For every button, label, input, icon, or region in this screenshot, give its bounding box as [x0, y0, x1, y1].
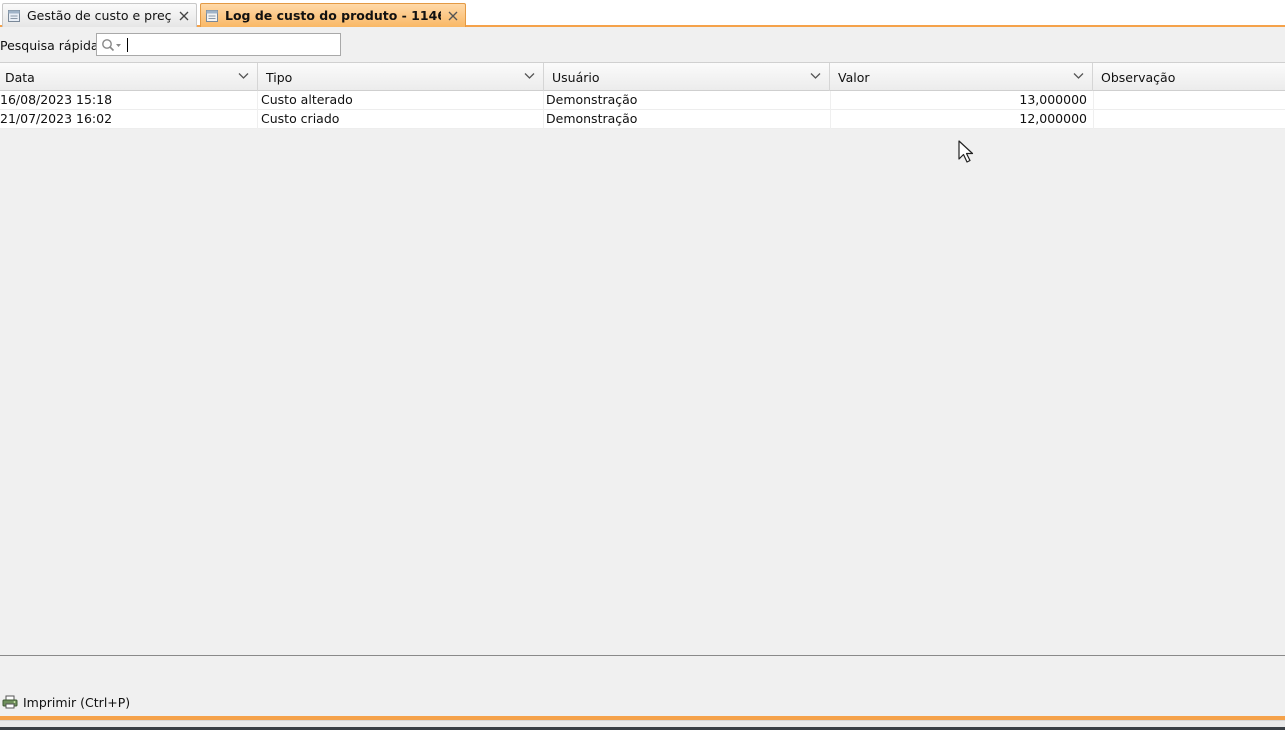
- printer-icon: [2, 695, 18, 709]
- column-header-usuario[interactable]: Usuário: [544, 63, 830, 91]
- print-button-label: Imprimir (Ctrl+P): [23, 694, 131, 710]
- cell-tipo: Custo alterado: [258, 91, 544, 110]
- close-icon[interactable]: [447, 10, 459, 22]
- mouse-cursor-icon: [958, 140, 974, 163]
- cell-usuario: Demonstração: [544, 91, 831, 110]
- footer-divider: [0, 655, 1285, 656]
- chevron-down-icon[interactable]: [810, 72, 821, 80]
- table-row[interactable]: 16/08/2023 15:18 Custo alterado Demonstr…: [0, 91, 1285, 110]
- tab-gestao-custo-preco[interactable]: Gestão de custo e preço: [2, 3, 197, 27]
- chevron-down-icon[interactable]: [524, 72, 535, 80]
- search-icon[interactable]: [101, 38, 123, 52]
- cell-observacao: [1094, 110, 1285, 129]
- text-caret: [127, 38, 128, 52]
- document-icon: [206, 9, 218, 22]
- column-header-label: Usuário: [552, 69, 600, 85]
- tab-log-custo-produto[interactable]: Log de custo do produto - 1146: [200, 3, 466, 27]
- quick-search-row: Pesquisa rápida:: [0, 32, 1285, 58]
- chevron-down-icon[interactable]: [238, 72, 249, 80]
- cell-valor: 12,000000: [831, 110, 1094, 129]
- cell-observacao: [1094, 91, 1285, 110]
- tab-label: Gestão de custo e preço: [27, 8, 172, 23]
- column-header-label: Valor: [838, 69, 870, 85]
- tab-label: Log de custo do produto - 1146: [225, 8, 441, 23]
- print-button[interactable]: Imprimir (Ctrl+P): [2, 692, 130, 712]
- cell-tipo: Custo criado: [258, 110, 544, 129]
- table-body: 16/08/2023 15:18 Custo alterado Demonstr…: [0, 91, 1285, 129]
- cell-usuario: Demonstração: [544, 110, 831, 129]
- tab-bar: Gestão de custo e preço Log de custo do …: [0, 0, 1285, 27]
- cell-data: 16/08/2023 15:18: [0, 91, 258, 110]
- cell-valor: 13,000000: [831, 91, 1094, 110]
- column-header-label: Data: [5, 69, 35, 85]
- column-header-tipo[interactable]: Tipo: [258, 63, 544, 91]
- search-label: Pesquisa rápida:: [0, 38, 103, 53]
- search-box[interactable]: [96, 33, 341, 56]
- column-header-label: Observação: [1101, 69, 1176, 85]
- cost-log-table: Data Tipo Usuário Valor Observação 16/08…: [0, 62, 1285, 129]
- column-header-observacao[interactable]: Observação: [1093, 63, 1285, 91]
- cell-data: 21/07/2023 16:02: [0, 110, 258, 129]
- table-row[interactable]: 21/07/2023 16:02 Custo criado Demonstraç…: [0, 110, 1285, 129]
- app-window: Gestão de custo e preço Log de custo do …: [0, 0, 1285, 730]
- column-header-label: Tipo: [266, 69, 293, 85]
- column-header-data[interactable]: Data: [0, 63, 258, 91]
- table-header: Data Tipo Usuário Valor Observação: [0, 62, 1285, 91]
- document-icon: [8, 9, 20, 22]
- close-icon[interactable]: [178, 10, 190, 22]
- chevron-down-icon[interactable]: [1073, 72, 1084, 80]
- column-header-valor[interactable]: Valor: [830, 63, 1093, 91]
- search-input[interactable]: [125, 36, 335, 53]
